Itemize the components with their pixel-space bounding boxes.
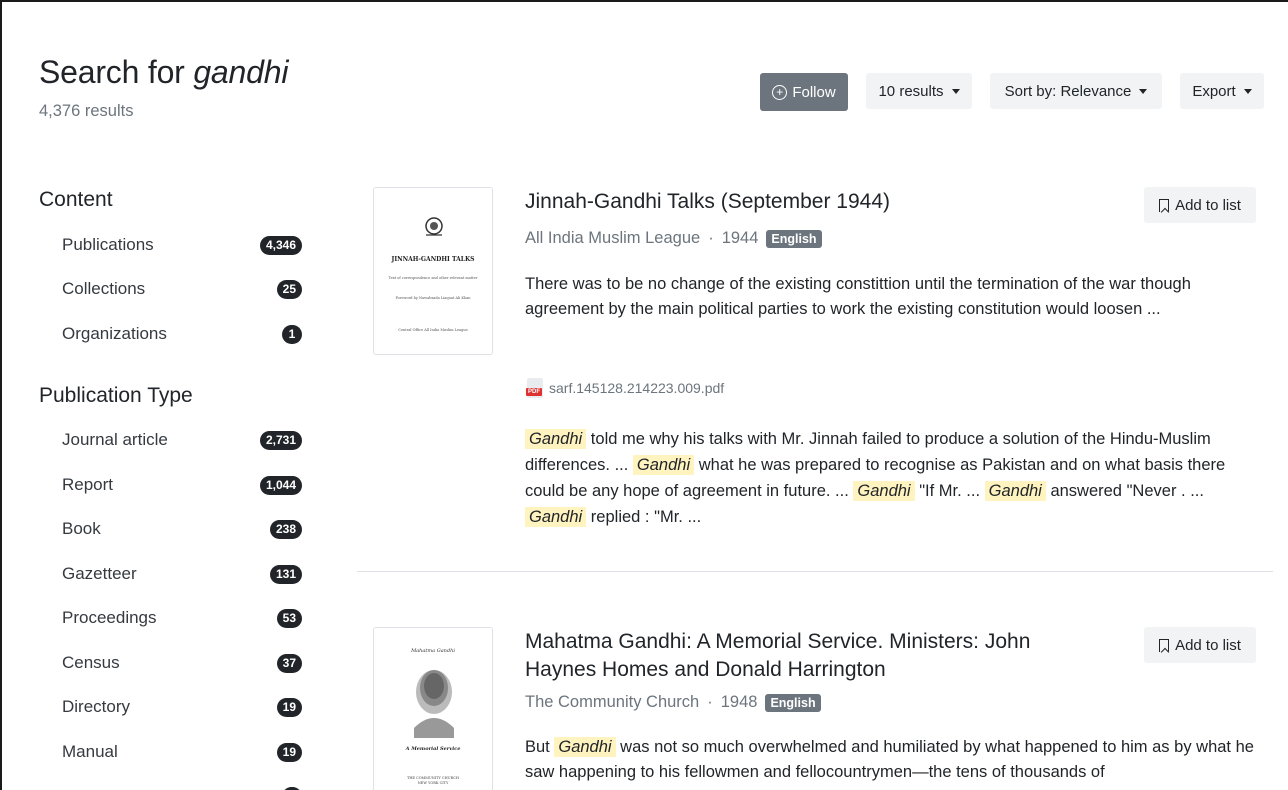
caret-down-icon <box>1243 88 1252 94</box>
search-highlight: Gandhi <box>525 429 587 449</box>
facet-label: Proceedings <box>62 608 157 627</box>
search-query: gandhi <box>193 54 289 90</box>
thumb-publisher: Central Office All India Muslim League <box>398 328 468 332</box>
snippet-text: was not so much overwhelmed and humiliat… <box>525 738 1254 781</box>
results-per-page-label: 10 results <box>878 82 944 100</box>
facet-item-gazetteer[interactable]: Gazetteer 131 <box>62 559 302 589</box>
snippet-text: But <box>525 738 555 756</box>
result-meta: The Community Church · 1948 English <box>525 693 821 712</box>
facet-count-badge: 19 <box>276 742 302 762</box>
snippet-text: answered "Never . ... <box>1045 482 1204 500</box>
bookmark-icon <box>1159 198 1170 212</box>
snippet-text: replied : "Mr. ... <box>586 508 702 526</box>
facet-label: Collections <box>62 279 146 298</box>
facet-heading-content: Content <box>39 188 113 211</box>
facet-item-publications[interactable]: Publications 4,346 <box>62 230 302 260</box>
facet-count-badge: 238 <box>269 519 302 539</box>
facet-item-book[interactable]: Book 238 <box>62 514 302 544</box>
thumb-subtitle: Text of correspondence and other relevan… <box>388 276 478 280</box>
export-label: Export <box>1192 82 1236 100</box>
facet-label: Organizations <box>62 324 167 343</box>
portrait-image <box>414 670 454 738</box>
caret-down-icon <box>1139 88 1148 94</box>
thumb-publisher: THE COMMUNITY CHURCH NEW YORK CITY <box>407 776 459 785</box>
facet-item-manual[interactable]: Manual 19 <box>62 737 302 767</box>
follow-label: Follow <box>792 83 836 101</box>
facet-count-badge: 19 <box>276 697 302 717</box>
sort-label: Sort by: Relevance <box>1004 82 1132 100</box>
search-page: Search for gandhi 4,376 results + Follow… <box>0 0 1288 790</box>
result-meta: All India Muslim League · 1944 English <box>525 229 822 248</box>
add-to-list-label: Add to list <box>1175 636 1241 654</box>
result-count: 4,376 results <box>39 102 134 120</box>
meta-separator: · <box>707 693 713 711</box>
search-highlight: Gandhi <box>632 455 695 475</box>
facet-count-badge: 37 <box>276 653 302 673</box>
facet-item-journal-article[interactable]: Journal article 2,731 <box>62 425 302 455</box>
result-thumbnail[interactable]: Mahatma Gandhi A Memorial Service THE CO… <box>373 627 493 790</box>
facet-item-report[interactable]: Report 1,044 <box>62 470 302 500</box>
follow-button[interactable]: + Follow <box>760 73 848 111</box>
language-badge: English <box>765 693 821 712</box>
facet-label: Book <box>62 519 101 538</box>
facet-label: Report <box>62 475 114 494</box>
result-abstract: There was to be no change of the existin… <box>525 275 1191 318</box>
snippet-text: "If Mr. ... <box>914 482 985 500</box>
facet-item-truncated[interactable] <box>62 781 302 790</box>
facet-item-census[interactable]: Census 37 <box>62 648 302 678</box>
facet-count-badge: 25 <box>276 279 302 299</box>
file-link[interactable]: PDF sarf.145128.214223.009.pdf <box>526 378 725 398</box>
results-per-page-dropdown[interactable]: 10 results <box>866 73 972 109</box>
facet-count-badge: 4,346 <box>259 235 302 255</box>
result-year: 1948 <box>720 693 758 711</box>
facet-label: Publications <box>62 235 154 254</box>
search-highlight: Gandhi <box>554 737 616 757</box>
page-title: Search for gandhi <box>39 54 288 91</box>
meta-separator: · <box>708 229 714 247</box>
facet-label: Manual <box>62 742 118 761</box>
add-to-list-button[interactable]: Add to list <box>1144 627 1256 663</box>
add-to-list-button[interactable]: Add to list <box>1144 187 1256 223</box>
facet-count-badge: 2,731 <box>259 430 302 450</box>
result-title[interactable]: Jinnah-Gandhi Talks (September 1944) <box>525 188 1105 216</box>
search-highlight: Gandhi <box>525 507 587 527</box>
facet-heading-publication-type: Publication Type <box>39 384 193 407</box>
result-title[interactable]: Mahatma Gandhi: A Memorial Service. Mini… <box>525 628 1085 684</box>
thumb-title: JINNAH-GANDHI TALKS <box>391 256 475 263</box>
facet-label: Directory <box>62 697 131 716</box>
thumb-subtitle: A Memorial Service <box>405 746 461 752</box>
export-dropdown[interactable]: Export <box>1180 73 1264 109</box>
facet-label: Journal article <box>62 430 168 449</box>
thumb-foreword: Foreword by Nawabzada Liaquat Ali Khan <box>395 296 471 300</box>
facet-count-badge <box>282 786 302 790</box>
caret-down-icon <box>951 88 960 94</box>
facet-count-badge: 1 <box>282 324 302 344</box>
facet-item-collections[interactable]: Collections 25 <box>62 274 302 304</box>
result-divider <box>357 571 1273 572</box>
result-abstract: But Gandhi was not so much overwhelmed a… <box>525 735 1265 785</box>
search-highlight: Gandhi <box>984 481 1046 501</box>
file-name: sarf.145128.214223.009.pdf <box>549 380 725 396</box>
facet-count-badge: 131 <box>269 564 302 584</box>
result-thumbnail[interactable]: JINNAH-GANDHI TALKS Text of corresponden… <box>373 187 493 355</box>
result-author: The Community Church <box>525 693 700 711</box>
sort-dropdown[interactable]: Sort by: Relevance <box>990 73 1162 109</box>
result-author: All India Muslim League <box>525 229 701 247</box>
facet-item-proceedings[interactable]: Proceedings 53 <box>62 603 302 633</box>
plus-circle-icon: + <box>772 84 788 100</box>
language-badge: English <box>766 229 822 248</box>
add-to-list-label: Add to list <box>1175 196 1241 214</box>
facet-count-badge: 53 <box>276 608 302 628</box>
pdf-file-icon: PDF <box>526 378 543 398</box>
title-prefix: Search for <box>39 54 194 90</box>
facet-item-organizations[interactable]: Organizations 1 <box>62 319 302 349</box>
facet-label: Gazetteer <box>62 564 137 583</box>
result-year: 1944 <box>721 229 759 247</box>
search-highlight: Gandhi <box>853 481 915 501</box>
bookmark-icon <box>1159 638 1170 652</box>
facet-count-badge: 1,044 <box>259 475 302 495</box>
facet-label: Census <box>62 653 120 672</box>
facet-item-directory[interactable]: Directory 19 <box>62 692 302 722</box>
result-highlight-snippet: Gandhi told me why his talks with Mr. Ji… <box>525 426 1245 530</box>
